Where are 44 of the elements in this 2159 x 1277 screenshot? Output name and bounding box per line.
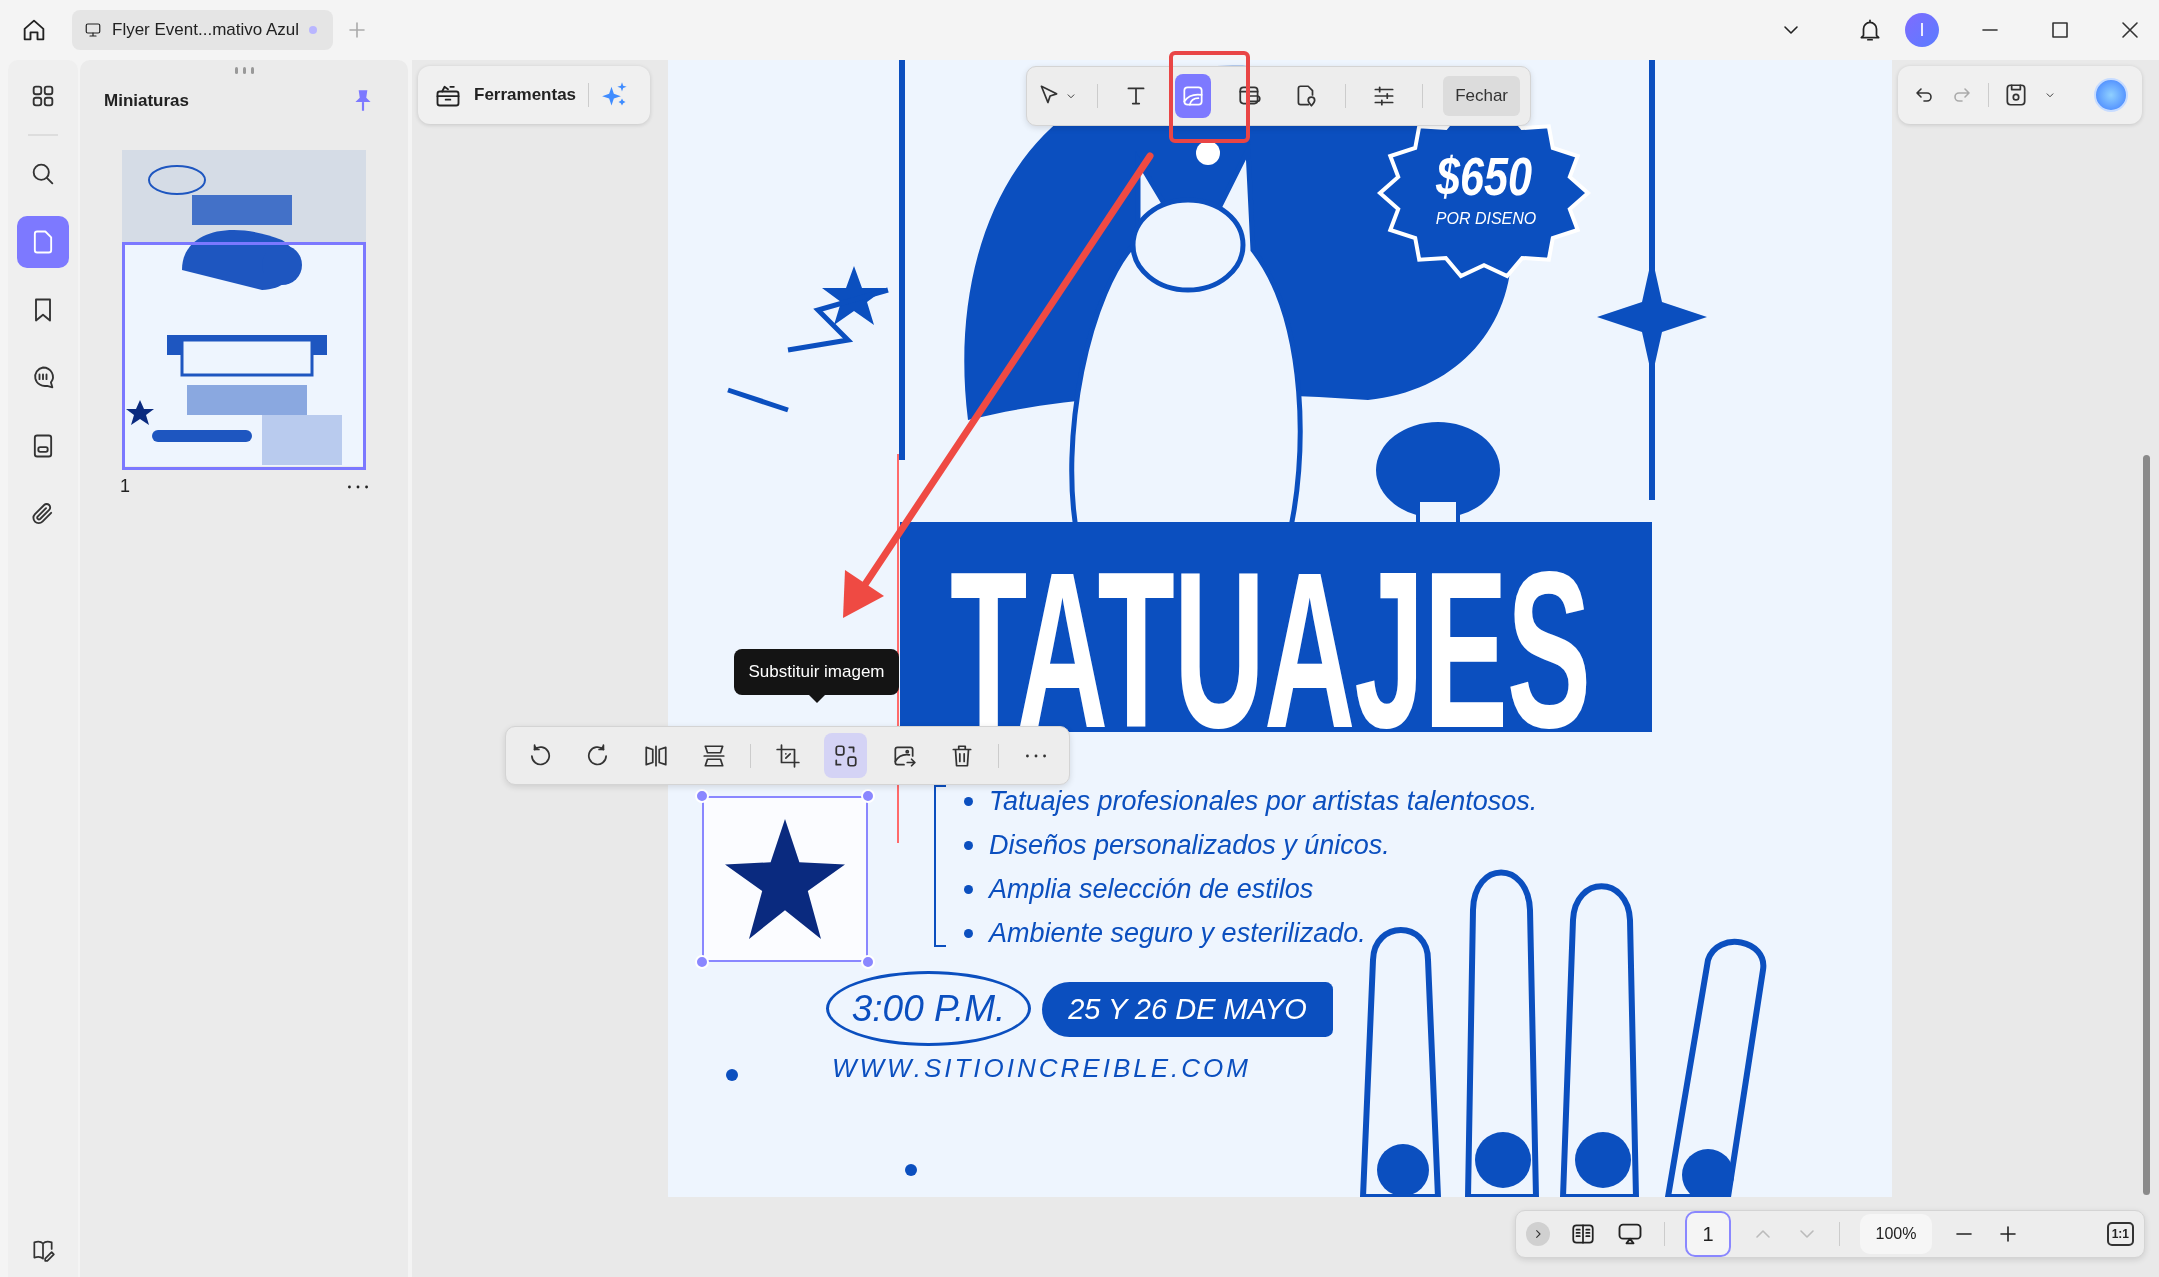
crop-icon <box>774 742 801 769</box>
scrollbar[interactable] <box>2143 455 2150 1195</box>
paint-dot <box>905 1164 917 1176</box>
price-note: POR DISENO <box>1434 210 1538 228</box>
date-banner: 25 Y 26 DE MAYO <box>1042 982 1333 1037</box>
page-number: 1 <box>120 476 130 497</box>
tools-button[interactable]: Ferramentas <box>418 66 650 124</box>
image-tool-button[interactable] <box>1174 74 1212 118</box>
replace-icon <box>832 742 859 769</box>
time-badge: 3:00 P.M. <box>826 971 1031 1046</box>
website-text: WWW.SITIOINCREIBLE.COM <box>832 1053 1251 1084</box>
zoom-field[interactable]: 100% <box>1860 1214 1932 1254</box>
headline: TATUAJES <box>900 522 1652 732</box>
star-image[interactable] <box>702 796 868 962</box>
bell-icon[interactable] <box>1857 17 1883 43</box>
monitor-icon <box>84 21 102 39</box>
panel-title: Miniaturas <box>104 91 190 111</box>
more-icon <box>1025 753 1046 758</box>
bullet-icon <box>964 796 973 806</box>
actual-size-button[interactable]: 1:1 <box>2106 1222 2134 1246</box>
tooltip: Substituir imagem <box>734 649 899 703</box>
two-page-icon[interactable] <box>1570 1221 1596 1247</box>
resize-handle[interactable] <box>861 955 875 969</box>
avatar[interactable]: I <box>1905 13 1939 47</box>
save-icon[interactable] <box>2003 82 2029 108</box>
replace-tool-button[interactable] <box>824 733 868 778</box>
page-field[interactable]: 1 <box>1685 1211 1731 1257</box>
resize-handle[interactable] <box>861 789 875 803</box>
bullet-icon <box>964 840 973 850</box>
more-icon[interactable] <box>348 484 368 489</box>
paint-dot <box>1196 141 1220 165</box>
bullet-icon <box>964 884 973 894</box>
bullet-icon <box>964 928 973 938</box>
paint-dot <box>726 1069 738 1081</box>
close-button[interactable]: Fechar <box>1443 76 1521 116</box>
price-text: $650 <box>1436 145 1532 207</box>
bullet-text: Amplia selección de estilos <box>989 873 1314 905</box>
resize-handle[interactable] <box>695 789 709 803</box>
resize-handle[interactable] <box>695 955 709 969</box>
document-tab[interactable]: Flyer Event...mativo Azul <box>72 10 334 50</box>
bullet-text: Diseños personalizados y únicos. <box>989 829 1390 861</box>
bullet-text: Tatuajes profesionales por artistas talentosos. <box>989 785 1538 817</box>
star-icon <box>822 266 886 325</box>
bullet-text: Ambiente seguro y esterilizado. <box>989 917 1366 949</box>
